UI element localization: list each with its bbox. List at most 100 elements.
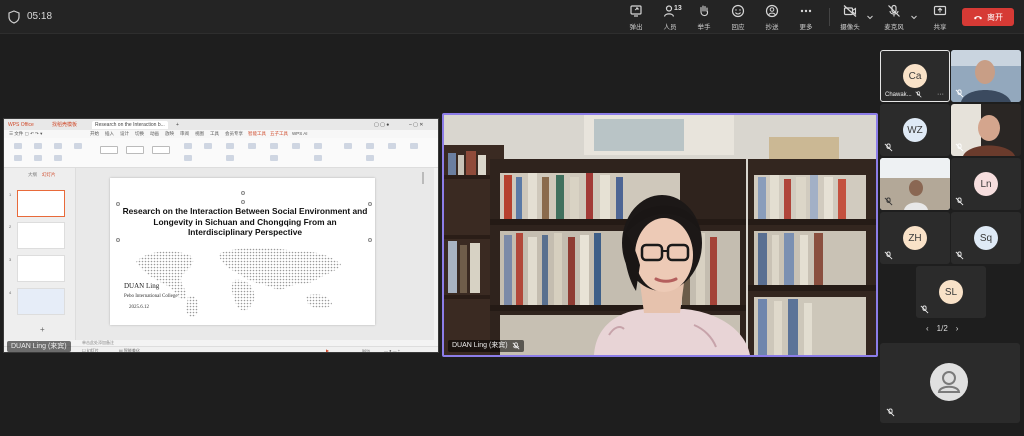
ribbon-tool-icon[interactable] bbox=[184, 155, 192, 161]
ribbon-style-box[interactable] bbox=[152, 146, 170, 154]
template-tab[interactable]: 找稻壳模板 bbox=[52, 121, 77, 129]
participant-tile[interactable]: ZH bbox=[880, 212, 950, 264]
ribbon-tool-icon[interactable] bbox=[344, 143, 352, 149]
self-view-tile[interactable] bbox=[880, 343, 1020, 423]
status-item[interactable]: ☐ 幻灯片 bbox=[82, 348, 99, 352]
resize-handle[interactable] bbox=[368, 202, 372, 206]
camera-button[interactable]: 摄像头 bbox=[832, 4, 868, 32]
more-button[interactable]: 更多 bbox=[788, 4, 824, 32]
document-tab[interactable]: Research on the Interaction b... bbox=[92, 121, 168, 129]
microphone-button[interactable]: 麦克风 bbox=[876, 4, 912, 32]
slideshow-icon[interactable]: ▶ bbox=[326, 348, 329, 352]
people-button[interactable]: 13 人员 bbox=[652, 4, 688, 32]
mic-off-icon bbox=[915, 91, 922, 98]
new-tab-plus-icon[interactable]: + bbox=[176, 121, 179, 129]
menu-design[interactable]: 设计 bbox=[120, 131, 129, 137]
menu-five-tools[interactable]: 五子工具 bbox=[270, 131, 288, 137]
ribbon-tool-icon[interactable] bbox=[314, 155, 322, 161]
slide-college: Pebo International College bbox=[124, 294, 178, 299]
ribbon-tool-icon[interactable] bbox=[270, 155, 278, 161]
user-circle-button[interactable]: 抄送 bbox=[754, 4, 790, 32]
speaker-video-frame bbox=[444, 115, 876, 355]
menu-wps-ai[interactable]: WPS AI bbox=[292, 131, 308, 136]
menu-review[interactable]: 审阅 bbox=[180, 131, 189, 137]
more-icon[interactable]: ··· bbox=[937, 91, 944, 98]
ribbon-tool-icon[interactable] bbox=[388, 143, 396, 149]
participant-video-tile[interactable] bbox=[951, 104, 1021, 156]
ribbon-tool-icon[interactable] bbox=[14, 155, 22, 161]
rotate-handle[interactable] bbox=[241, 191, 245, 195]
current-slide[interactable]: Research on the Interaction Between Soci… bbox=[110, 178, 375, 325]
status-item[interactable]: ▤ 智能美化 bbox=[119, 348, 140, 352]
main-speaker-video[interactable] bbox=[442, 113, 878, 357]
participant-tile[interactable]: Ca Chawak... ··· bbox=[880, 50, 950, 102]
next-page-chevron-icon[interactable]: › bbox=[956, 324, 959, 333]
window-min-max-close-icon[interactable]: – ▢ ✕ bbox=[409, 121, 423, 129]
menu-smart-tools[interactable]: 智能工具 bbox=[248, 131, 266, 137]
mic-off-icon bbox=[955, 143, 964, 152]
slide-thumbnail[interactable] bbox=[17, 190, 65, 217]
resize-handle[interactable] bbox=[241, 200, 245, 204]
mic-off-icon bbox=[884, 251, 893, 260]
participant-tile[interactable]: WZ bbox=[880, 104, 950, 156]
menu-tools[interactable]: 工具 bbox=[210, 131, 219, 137]
menu-transition[interactable]: 切换 bbox=[135, 131, 144, 137]
popout-button[interactable]: 弹出 bbox=[618, 4, 654, 32]
menu-start[interactable]: 开始 bbox=[90, 131, 99, 137]
ribbon-style-box[interactable] bbox=[126, 146, 144, 154]
ribbon-tool-icon[interactable] bbox=[54, 143, 62, 149]
ribbon-tool-icon[interactable] bbox=[270, 143, 278, 149]
menu-insert[interactable]: 插入 bbox=[105, 131, 114, 137]
ribbon-tool-icon[interactable] bbox=[226, 143, 234, 149]
participant-video-tile[interactable] bbox=[880, 158, 950, 210]
ribbon-tool-icon[interactable] bbox=[14, 143, 22, 149]
mic-options-chevron-icon[interactable] bbox=[910, 13, 918, 21]
participant-tile[interactable]: Ln bbox=[951, 158, 1021, 210]
leave-button[interactable]: 离开 bbox=[962, 8, 1014, 26]
zoom-level[interactable]: 56% bbox=[362, 348, 370, 352]
file-menu-icon[interactable]: ☰ 文件 ▢ ↶ ↷ ▾ bbox=[9, 131, 42, 137]
resize-handle[interactable] bbox=[368, 238, 372, 242]
ribbon-tool-icon[interactable] bbox=[204, 143, 212, 149]
reaction-button[interactable]: 回应 bbox=[720, 4, 756, 32]
participant-tile[interactable]: Sq bbox=[951, 212, 1021, 264]
slides-tab[interactable]: 幻灯片 bbox=[42, 172, 56, 178]
ribbon-tool-icon[interactable] bbox=[410, 143, 418, 149]
ribbon-tool-icon[interactable] bbox=[184, 143, 192, 149]
slide-thumbnail[interactable] bbox=[17, 222, 65, 249]
wps-office-tab[interactable]: WPS Office bbox=[8, 121, 34, 129]
ribbon-tool-icon[interactable] bbox=[34, 155, 42, 161]
share-button[interactable]: 共享 bbox=[922, 4, 958, 32]
ribbon-tool-icon[interactable] bbox=[248, 143, 256, 149]
ribbon-style-box[interactable] bbox=[100, 146, 118, 154]
ribbon-tool-icon[interactable] bbox=[292, 143, 300, 149]
previous-page-chevron-icon[interactable]: ‹ bbox=[926, 324, 929, 333]
slide-thumbnail[interactable] bbox=[17, 288, 65, 315]
shield-icon[interactable] bbox=[8, 10, 20, 24]
ribbon-tool-icon[interactable] bbox=[226, 155, 234, 161]
participant-video-tile[interactable] bbox=[951, 50, 1021, 102]
ribbon-tool-icon[interactable] bbox=[314, 143, 322, 149]
vertical-scrollbar[interactable] bbox=[422, 172, 424, 184]
camera-options-chevron-icon[interactable] bbox=[866, 13, 874, 21]
shared-screen[interactable]: WPS Office 找稻壳模板 Research on the Interac… bbox=[3, 118, 439, 353]
raise-hand-button[interactable]: 举手 bbox=[686, 4, 722, 32]
ribbon-tool-icon[interactable] bbox=[34, 143, 42, 149]
slide-thumbnail[interactable] bbox=[17, 255, 65, 282]
window-controls-icon[interactable]: ▢ ▢ ● bbox=[374, 121, 389, 129]
ribbon-tool-icon[interactable] bbox=[366, 155, 374, 161]
outline-tab[interactable]: 大纲 bbox=[28, 172, 37, 178]
participant-tile[interactable]: SL bbox=[916, 266, 986, 318]
ribbon-tool-icon[interactable] bbox=[366, 143, 374, 149]
ribbon-tool-icon[interactable] bbox=[74, 143, 82, 149]
zoom-slider[interactable]: — ● — + bbox=[384, 348, 400, 352]
ribbon-tool-icon[interactable] bbox=[54, 155, 62, 161]
menu-slideshow[interactable]: 放映 bbox=[165, 131, 174, 137]
add-slide-icon[interactable]: + bbox=[40, 325, 45, 334]
user-icon bbox=[937, 371, 961, 393]
menu-animation[interactable]: 动画 bbox=[150, 131, 159, 137]
menu-view[interactable]: 视图 bbox=[195, 131, 204, 137]
resize-handle[interactable] bbox=[116, 238, 120, 242]
resize-handle[interactable] bbox=[116, 202, 120, 206]
menu-vip[interactable]: 会员专享 bbox=[225, 131, 243, 137]
